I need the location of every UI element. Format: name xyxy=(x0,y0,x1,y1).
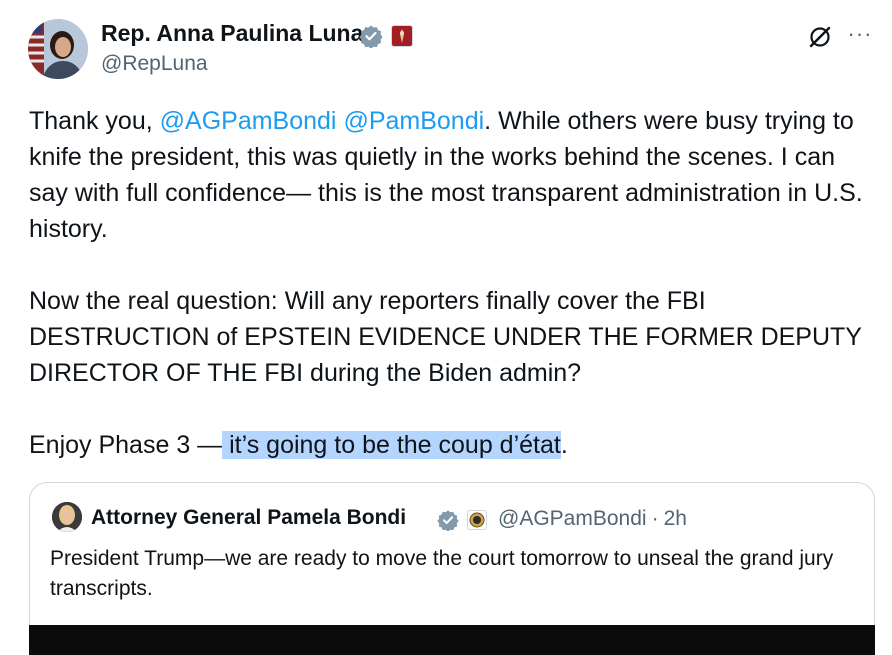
quoted-text: President Trump—we are ready to move the… xyxy=(50,547,834,600)
tweet-paragraph-1: Thank you, @AGPamBondi @PamBondi. While … xyxy=(29,103,879,247)
quoted-author-handle[interactable]: @AGPamBondi xyxy=(498,507,647,530)
text-segment: Enjoy Phase 3 — xyxy=(29,431,223,459)
author-handle[interactable]: @RepLuna xyxy=(101,52,208,76)
quoted-meta: @AGPamBondi · 2h xyxy=(498,507,687,531)
mention-link[interactable]: @AGPamBondi xyxy=(160,107,337,135)
separator-dot: · xyxy=(651,507,659,530)
selected-text: it’s going to be the coup d’état xyxy=(222,431,561,459)
text-segment: . xyxy=(560,431,568,459)
tweet[interactable]: Rep. Anna Paulina Luna @RepLuna ··· Than… xyxy=(0,0,892,655)
text-segment: Thank you, xyxy=(29,107,160,135)
tweet-paragraph-3: Enjoy Phase 3 — it’s going to be the cou… xyxy=(29,427,879,463)
quoted-tweet[interactable]: Attorney General Pamela Bondi @AGPamBond… xyxy=(29,482,875,655)
quoted-timestamp[interactable]: 2h xyxy=(664,507,687,530)
mention-link[interactable]: @PamBondi xyxy=(343,107,484,135)
quoted-avatar[interactable] xyxy=(52,502,82,532)
verified-badge-icon xyxy=(437,510,459,531)
author-name[interactable]: Rep. Anna Paulina Luna xyxy=(101,20,363,47)
tweet-paragraph-2: Now the real question: Will any reporter… xyxy=(29,287,862,387)
author-avatar[interactable] xyxy=(28,19,88,79)
affiliate-badge-icon[interactable] xyxy=(391,25,413,47)
grok-icon[interactable] xyxy=(807,24,833,50)
affiliate-badge-icon[interactable] xyxy=(467,510,487,530)
quoted-author-name[interactable]: Attorney General Pamela Bondi xyxy=(91,506,406,530)
verified-badge-icon xyxy=(359,25,383,48)
more-icon[interactable]: ··· xyxy=(846,20,874,48)
tweet-text: Thank you, @AGPamBondi @PamBondi. While … xyxy=(29,103,879,463)
